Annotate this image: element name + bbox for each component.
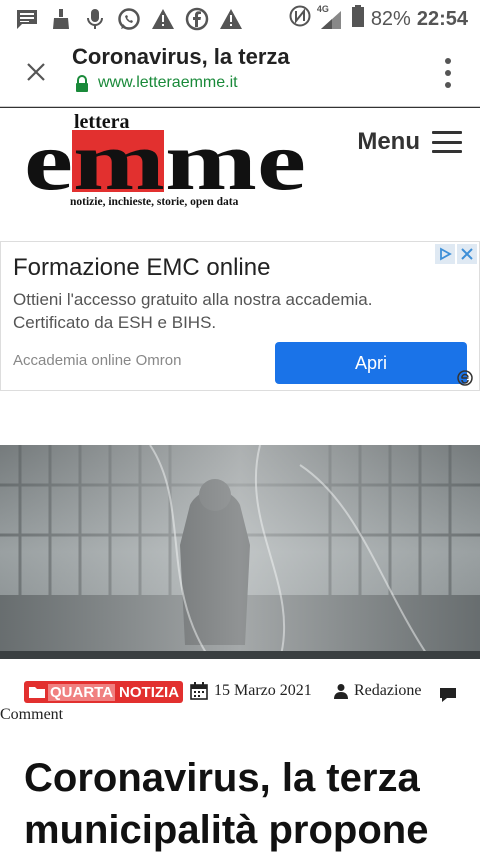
- page-title: Coronavirus, la terza: [72, 44, 290, 69]
- comment-link[interactable]: Comment: [0, 706, 63, 724]
- message-icon: [14, 7, 40, 31]
- comment-icon[interactable]: [438, 686, 458, 704]
- clock: 22:54: [416, 7, 468, 30]
- category-badge[interactable]: QUARTA NOTIZIA: [24, 681, 184, 703]
- menu-button[interactable]: Menu: [357, 128, 462, 156]
- site-logo[interactable]: lettera emme notizie, inchieste, storie,…: [22, 111, 312, 212]
- category-part1: QUARTA: [48, 683, 116, 701]
- battery-percent: 82%: [370, 7, 411, 30]
- article-author[interactable]: Redazione: [334, 682, 422, 700]
- nfc-icon: [289, 5, 311, 33]
- article-meta: QUARTA NOTIZIA 15 Marzo 2021 Redazione: [24, 680, 480, 710]
- article-headline: Coronavirus, la terza municipalità propo…: [24, 756, 429, 852]
- site-header: lettera emme notizie, inchieste, storie,…: [0, 107, 480, 216]
- folder-icon: [29, 687, 45, 698]
- advertisement[interactable]: Formazione EMC online Ottieni l'accesso …: [0, 241, 480, 391]
- adchoices-icon[interactable]: [435, 244, 455, 264]
- article-hero-image: [0, 445, 480, 659]
- ad-choices[interactable]: [435, 244, 477, 264]
- ad-info-icon[interactable]: [457, 370, 473, 386]
- warning-icon: [150, 7, 176, 31]
- date-text: 15 Marzo 2021: [214, 682, 312, 699]
- mic-icon: [82, 7, 108, 31]
- menu-label: Menu: [357, 128, 420, 155]
- status-bar: 4G 82% 22:54: [0, 0, 480, 38]
- page-url[interactable]: www.letteraemme.it: [98, 74, 238, 92]
- ad-description: Ottieni l'accesso gratuito alla nostra a…: [13, 290, 373, 332]
- ad-title[interactable]: Formazione EMC online: [13, 254, 270, 282]
- battery-icon: [351, 5, 365, 33]
- network-type: 4G: [316, 4, 329, 14]
- svg-text:emme: emme: [24, 115, 306, 208]
- ad-advertiser: Accademia online Omron: [13, 352, 182, 369]
- close-icon[interactable]: [24, 60, 48, 84]
- calendar-icon: [190, 682, 208, 700]
- category-part2: NOTIZIA: [119, 683, 180, 701]
- facebook-icon: [184, 7, 210, 31]
- article-date: 15 Marzo 2021: [190, 682, 312, 700]
- ad-open-button[interactable]: Apri: [275, 342, 467, 384]
- author-name: Redazione: [354, 682, 422, 699]
- more-options-icon[interactable]: [444, 58, 452, 88]
- warning-icon: [218, 7, 244, 31]
- whatsapp-icon: [116, 7, 142, 31]
- signal-icon: 4G: [317, 4, 345, 30]
- lock-icon: [74, 75, 90, 93]
- hamburger-icon: [432, 131, 462, 153]
- close-ad-icon[interactable]: [457, 244, 477, 264]
- broom-icon: [48, 7, 74, 31]
- svg-text:notizie, inchieste, storie, op: notizie, inchieste, storie, open data: [70, 196, 239, 208]
- browser-toolbar: Coronavirus, la terza www.letteraemme.it: [0, 38, 480, 107]
- user-icon: [334, 684, 348, 699]
